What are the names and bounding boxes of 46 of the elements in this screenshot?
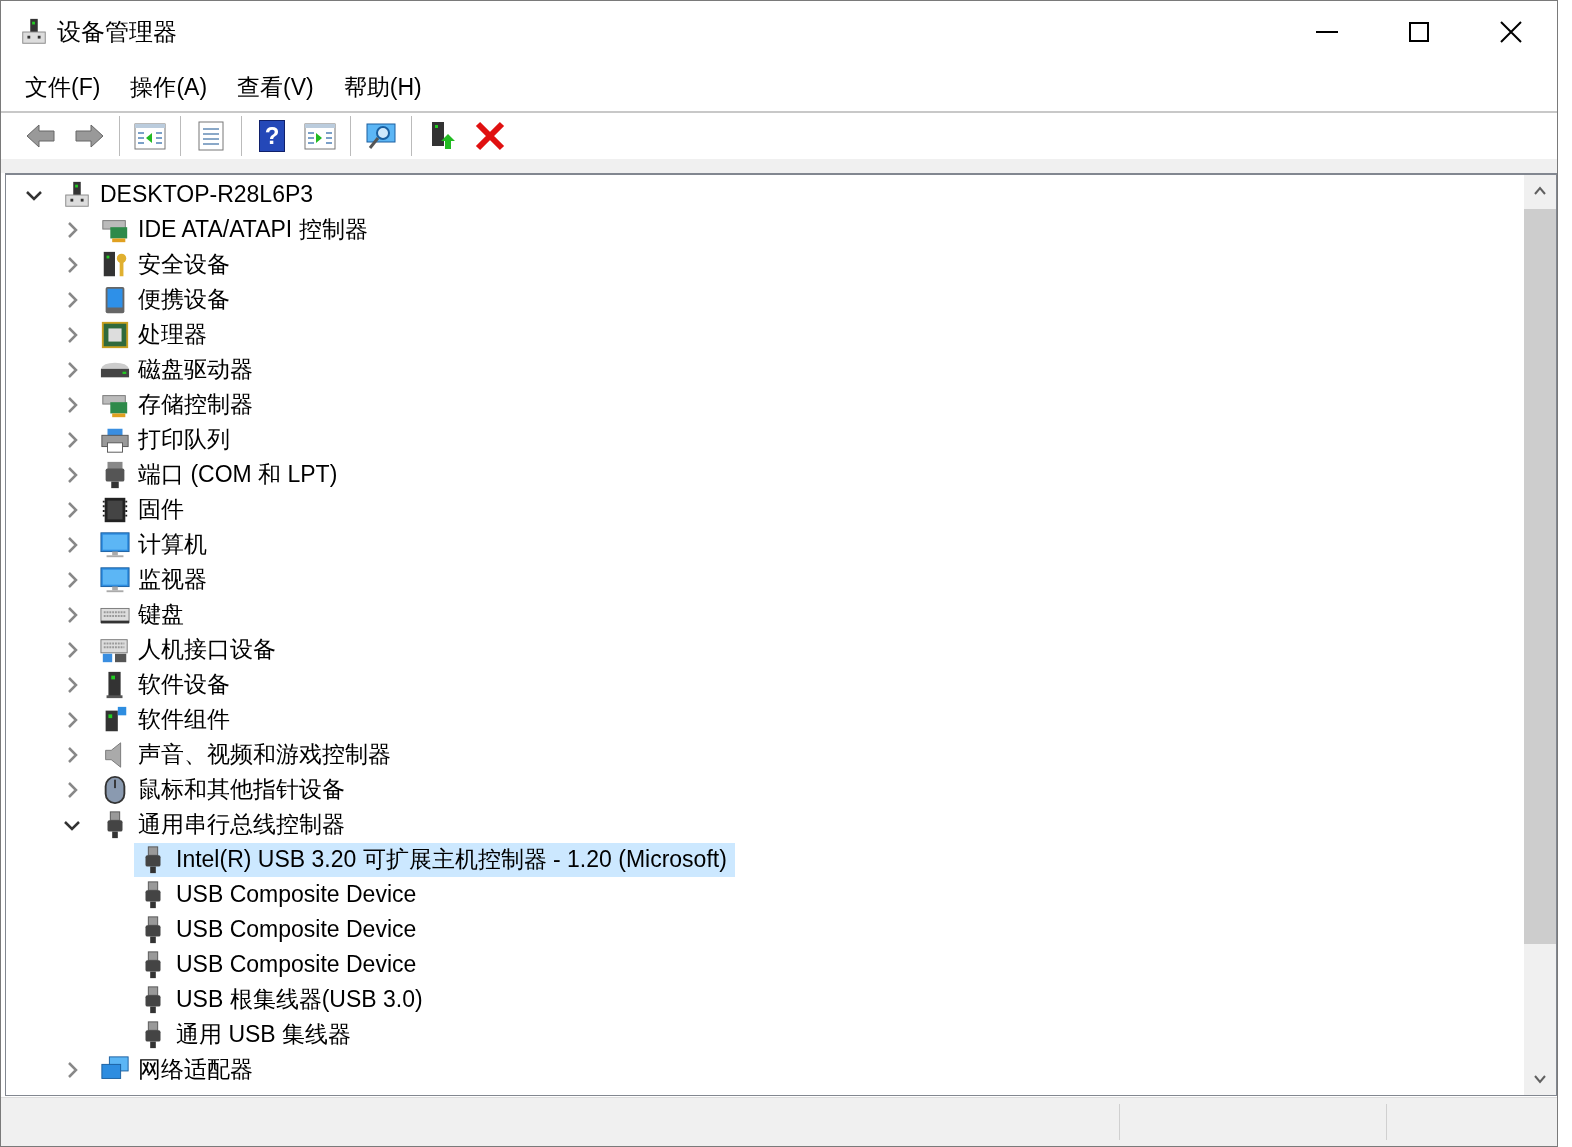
tree-item[interactable]: 软件组件 (96, 702, 238, 737)
tree-item[interactable]: 磁盘驱动器 (96, 352, 261, 387)
tree-item[interactable]: 处理器 (96, 317, 215, 352)
tree-item[interactable]: 声音、视频和游戏控制器 (96, 737, 399, 772)
window-panel-icon (134, 120, 166, 152)
menu-item[interactable]: 帮助(H) (333, 67, 432, 107)
tree-item[interactable]: USB Composite Device (134, 947, 425, 982)
tree-item[interactable]: 人机接口设备 (96, 632, 284, 667)
tree-item[interactable]: 端口 (COM 和 LPT) (96, 457, 346, 492)
tree-item[interactable]: USB Composite Device (134, 912, 425, 947)
tree-item[interactable]: 计算机 (96, 527, 215, 562)
processor-icon (100, 319, 130, 350)
minimize-icon (1316, 31, 1338, 33)
tree-item[interactable]: 软件设备 (96, 667, 238, 702)
tree-item[interactable]: 存储控制器 (96, 387, 261, 422)
tree-item[interactable]: 监视器 (96, 562, 215, 597)
tree-item[interactable]: 安全设备 (96, 247, 238, 282)
window-panel-icon (304, 120, 336, 152)
uninstall-x-icon (474, 120, 506, 152)
scrollbar-thumb[interactable] (1524, 209, 1556, 944)
tree-item[interactable]: 固件 (96, 492, 192, 527)
scrollbar[interactable] (1524, 175, 1556, 1095)
close-icon (1500, 21, 1522, 43)
monitor-icon (100, 564, 130, 595)
tree-item[interactable]: Intel(R) USB 3.20 可扩展主机控制器 - 1.20 (Microsoft) (134, 842, 735, 877)
tree-item[interactable]: 网络适配器 (96, 1052, 261, 1087)
window-title: 设备管理器 (57, 17, 178, 47)
tree-item[interactable]: 打印队列 (96, 422, 238, 457)
tree-item[interactable]: USB Composite Device (134, 877, 425, 912)
monitor-icon (100, 529, 130, 560)
disk-drive-icon (100, 360, 130, 379)
tree-item[interactable]: 鼠标和其他指针设备 (96, 772, 353, 807)
tree-item[interactable]: IDE ATA/ATAPI 控制器 (96, 212, 376, 247)
tree-item[interactable]: 通用 USB 集线器 (134, 1017, 360, 1052)
menu-item[interactable]: 操作(A) (120, 67, 218, 107)
tree-item[interactable]: DESKTOP-R28L6P3 (58, 177, 322, 212)
menu-item[interactable]: 查看(V) (227, 67, 324, 107)
tree-item[interactable]: 通用串行总线控制器 (96, 807, 353, 842)
computer-icon (62, 179, 92, 210)
computer-icon (19, 17, 49, 47)
tree-item[interactable]: 便携设备 (96, 282, 238, 317)
menu-item[interactable]: 文件(F) (15, 67, 111, 107)
tree-item[interactable]: USB 根集线器(USB 3.0) (134, 982, 431, 1017)
tree-item[interactable]: 键盘 (96, 597, 192, 632)
maximize-icon (1409, 22, 1429, 42)
document-list-icon (195, 120, 227, 152)
